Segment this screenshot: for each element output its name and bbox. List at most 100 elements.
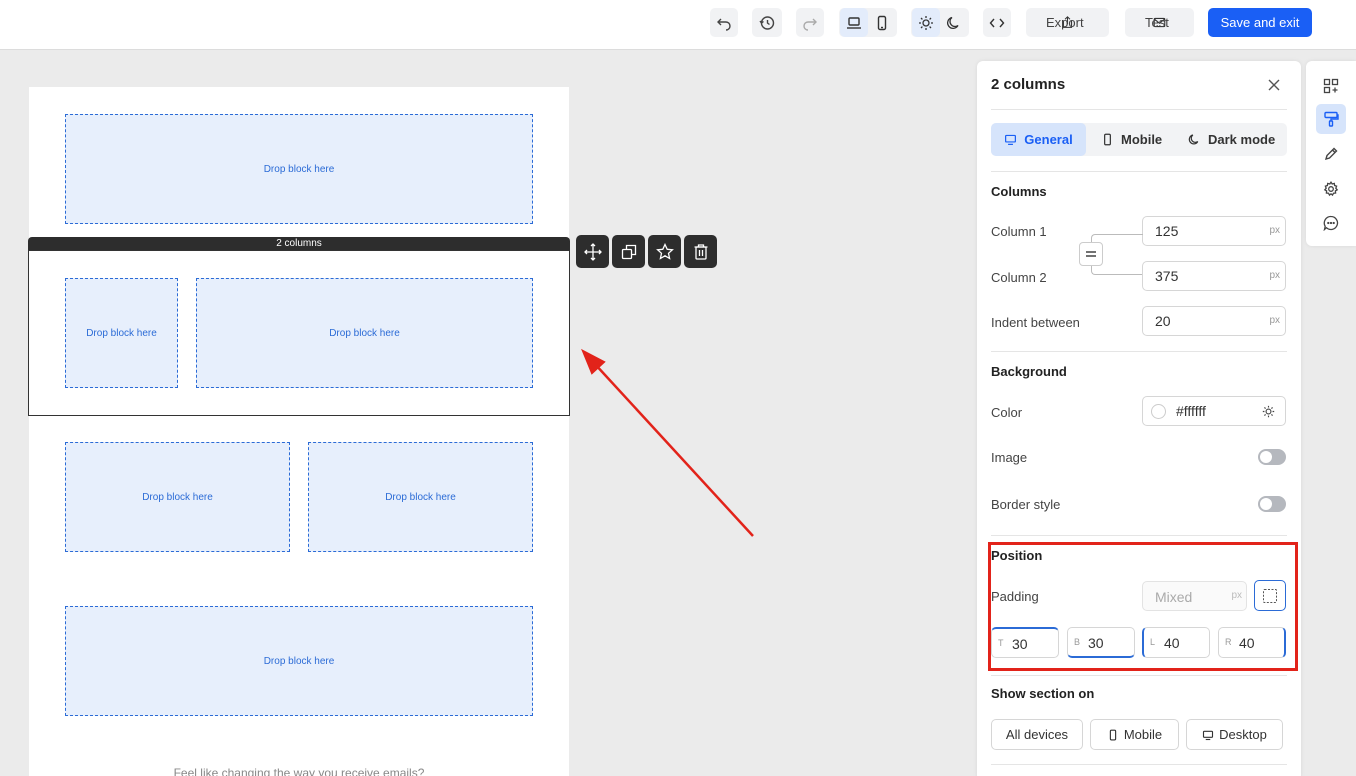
indent-input[interactable]: 20 px (1142, 306, 1286, 336)
chat-icon (1323, 215, 1339, 231)
settings-panel: 2 columns General Mobile Dark mode Colum… (977, 61, 1301, 776)
drop-zone-label: Drop block here (263, 163, 335, 175)
paint-roller-icon (1324, 111, 1339, 127)
copy-icon (621, 244, 636, 259)
mobile-icon (1109, 729, 1117, 740)
tab-general[interactable]: General (991, 123, 1086, 156)
history-icon (759, 15, 775, 30)
link-bracket (1091, 234, 1143, 242)
color-value: #ffffff (1176, 403, 1206, 419)
mobile-view-button[interactable] (868, 8, 896, 37)
divider (991, 764, 1287, 765)
laptop-icon (847, 16, 861, 29)
right-rail (1306, 61, 1356, 246)
export-label: Export (1046, 15, 1084, 30)
show-section-heading: Show section on (991, 686, 1095, 701)
all-devices-button[interactable]: All devices (991, 719, 1083, 750)
unit-label: px (1269, 225, 1280, 236)
moon-icon (947, 16, 959, 29)
desktop-icon (1005, 134, 1017, 145)
settings-button[interactable] (1316, 174, 1346, 204)
show-desktop-label: Desktop (1219, 727, 1267, 742)
column1-input[interactable]: 125 px (1142, 216, 1286, 246)
highlight-box (988, 542, 1298, 671)
color-label: Color (991, 405, 1023, 420)
sun-icon[interactable] (1262, 405, 1275, 418)
color-input[interactable]: #ffffff (1142, 396, 1286, 426)
drop-zone[interactable]: Drop block here (308, 442, 533, 552)
drop-zone[interactable]: Drop block here (65, 606, 533, 716)
move-button[interactable] (576, 235, 609, 268)
save-and-exit-button[interactable]: Save and exit (1208, 8, 1312, 37)
redo-icon (803, 18, 817, 31)
desktop-view-button[interactable] (840, 8, 868, 37)
delete-button[interactable] (684, 235, 717, 268)
duplicate-button[interactable] (612, 235, 645, 268)
unit-label: px (1269, 270, 1280, 281)
sun-icon (919, 15, 933, 30)
code-button[interactable] (983, 8, 1011, 37)
equal-icon (1086, 251, 1096, 257)
divider (991, 171, 1287, 172)
selected-section-label: 2 columns (28, 237, 570, 251)
edit-button[interactable] (1316, 139, 1346, 169)
drop-zone[interactable]: Drop block here (65, 278, 178, 388)
column1-value: 125 (1155, 223, 1179, 239)
divider (991, 351, 1287, 352)
drop-zone[interactable]: Drop block here (196, 278, 533, 388)
columns-heading: Columns (991, 184, 1047, 199)
drop-zone-label: Drop block here (329, 327, 400, 339)
unit-label: px (1269, 315, 1280, 326)
test-label: Test (1145, 15, 1169, 30)
dark-mode-button[interactable] (940, 8, 968, 37)
undo-button[interactable] (710, 8, 738, 37)
show-mobile-button[interactable]: Mobile (1090, 719, 1179, 750)
all-devices-label: All devices (1005, 727, 1069, 742)
move-icon (583, 242, 602, 261)
blocks-button[interactable] (1316, 71, 1346, 101)
divider (991, 109, 1287, 110)
column2-value: 375 (1155, 268, 1179, 284)
tab-dark-mode[interactable]: Dark mode (1188, 123, 1275, 156)
drop-zone[interactable]: Drop block here (65, 114, 533, 224)
tab-dark-mode-label: Dark mode (1208, 132, 1276, 147)
style-button[interactable] (1316, 104, 1346, 134)
pencil-icon (1324, 147, 1338, 161)
drop-zone[interactable]: Drop block here (65, 442, 290, 552)
tab-general-label: General (1024, 132, 1073, 147)
undo-icon (717, 18, 731, 31)
tab-mobile-label: Mobile (1121, 132, 1163, 147)
light-mode-button[interactable] (912, 8, 940, 37)
panel-title: 2 columns (991, 76, 1066, 93)
close-icon[interactable] (1266, 77, 1282, 93)
export-button[interactable]: Export (1026, 8, 1109, 37)
show-desktop-button[interactable]: Desktop (1186, 719, 1283, 750)
test-button[interactable]: Test (1125, 8, 1194, 37)
star-icon (655, 242, 674, 260)
comments-button[interactable] (1316, 208, 1346, 238)
history-button[interactable] (752, 8, 782, 37)
trash-icon (694, 243, 707, 260)
border-style-toggle[interactable] (1258, 496, 1286, 512)
show-mobile-label: Mobile (1123, 727, 1163, 742)
moon-icon (1188, 134, 1199, 145)
divider (991, 535, 1287, 536)
image-toggle[interactable] (1258, 449, 1286, 465)
border-style-label: Border style (991, 497, 1061, 512)
indent-value: 20 (1155, 313, 1171, 329)
link-columns-button[interactable] (1079, 242, 1103, 266)
background-heading: Background (991, 364, 1067, 379)
save-label: Save and exit (1220, 15, 1300, 30)
mobile-icon (1104, 133, 1111, 146)
link-bracket (1091, 266, 1143, 275)
favorite-button[interactable] (648, 235, 681, 268)
tab-mobile[interactable]: Mobile (1101, 123, 1162, 156)
redo-button[interactable] (796, 8, 824, 37)
image-label: Image (991, 450, 1028, 465)
footer-text: Feel like changing the way you receive e… (173, 766, 425, 776)
column2-input[interactable]: 375 px (1142, 261, 1286, 291)
drop-zone-label: Drop block here (263, 655, 335, 667)
drop-zone-label: Drop block here (86, 327, 157, 339)
gear-icon (1323, 181, 1339, 197)
column1-label: Column 1 (991, 224, 1047, 239)
